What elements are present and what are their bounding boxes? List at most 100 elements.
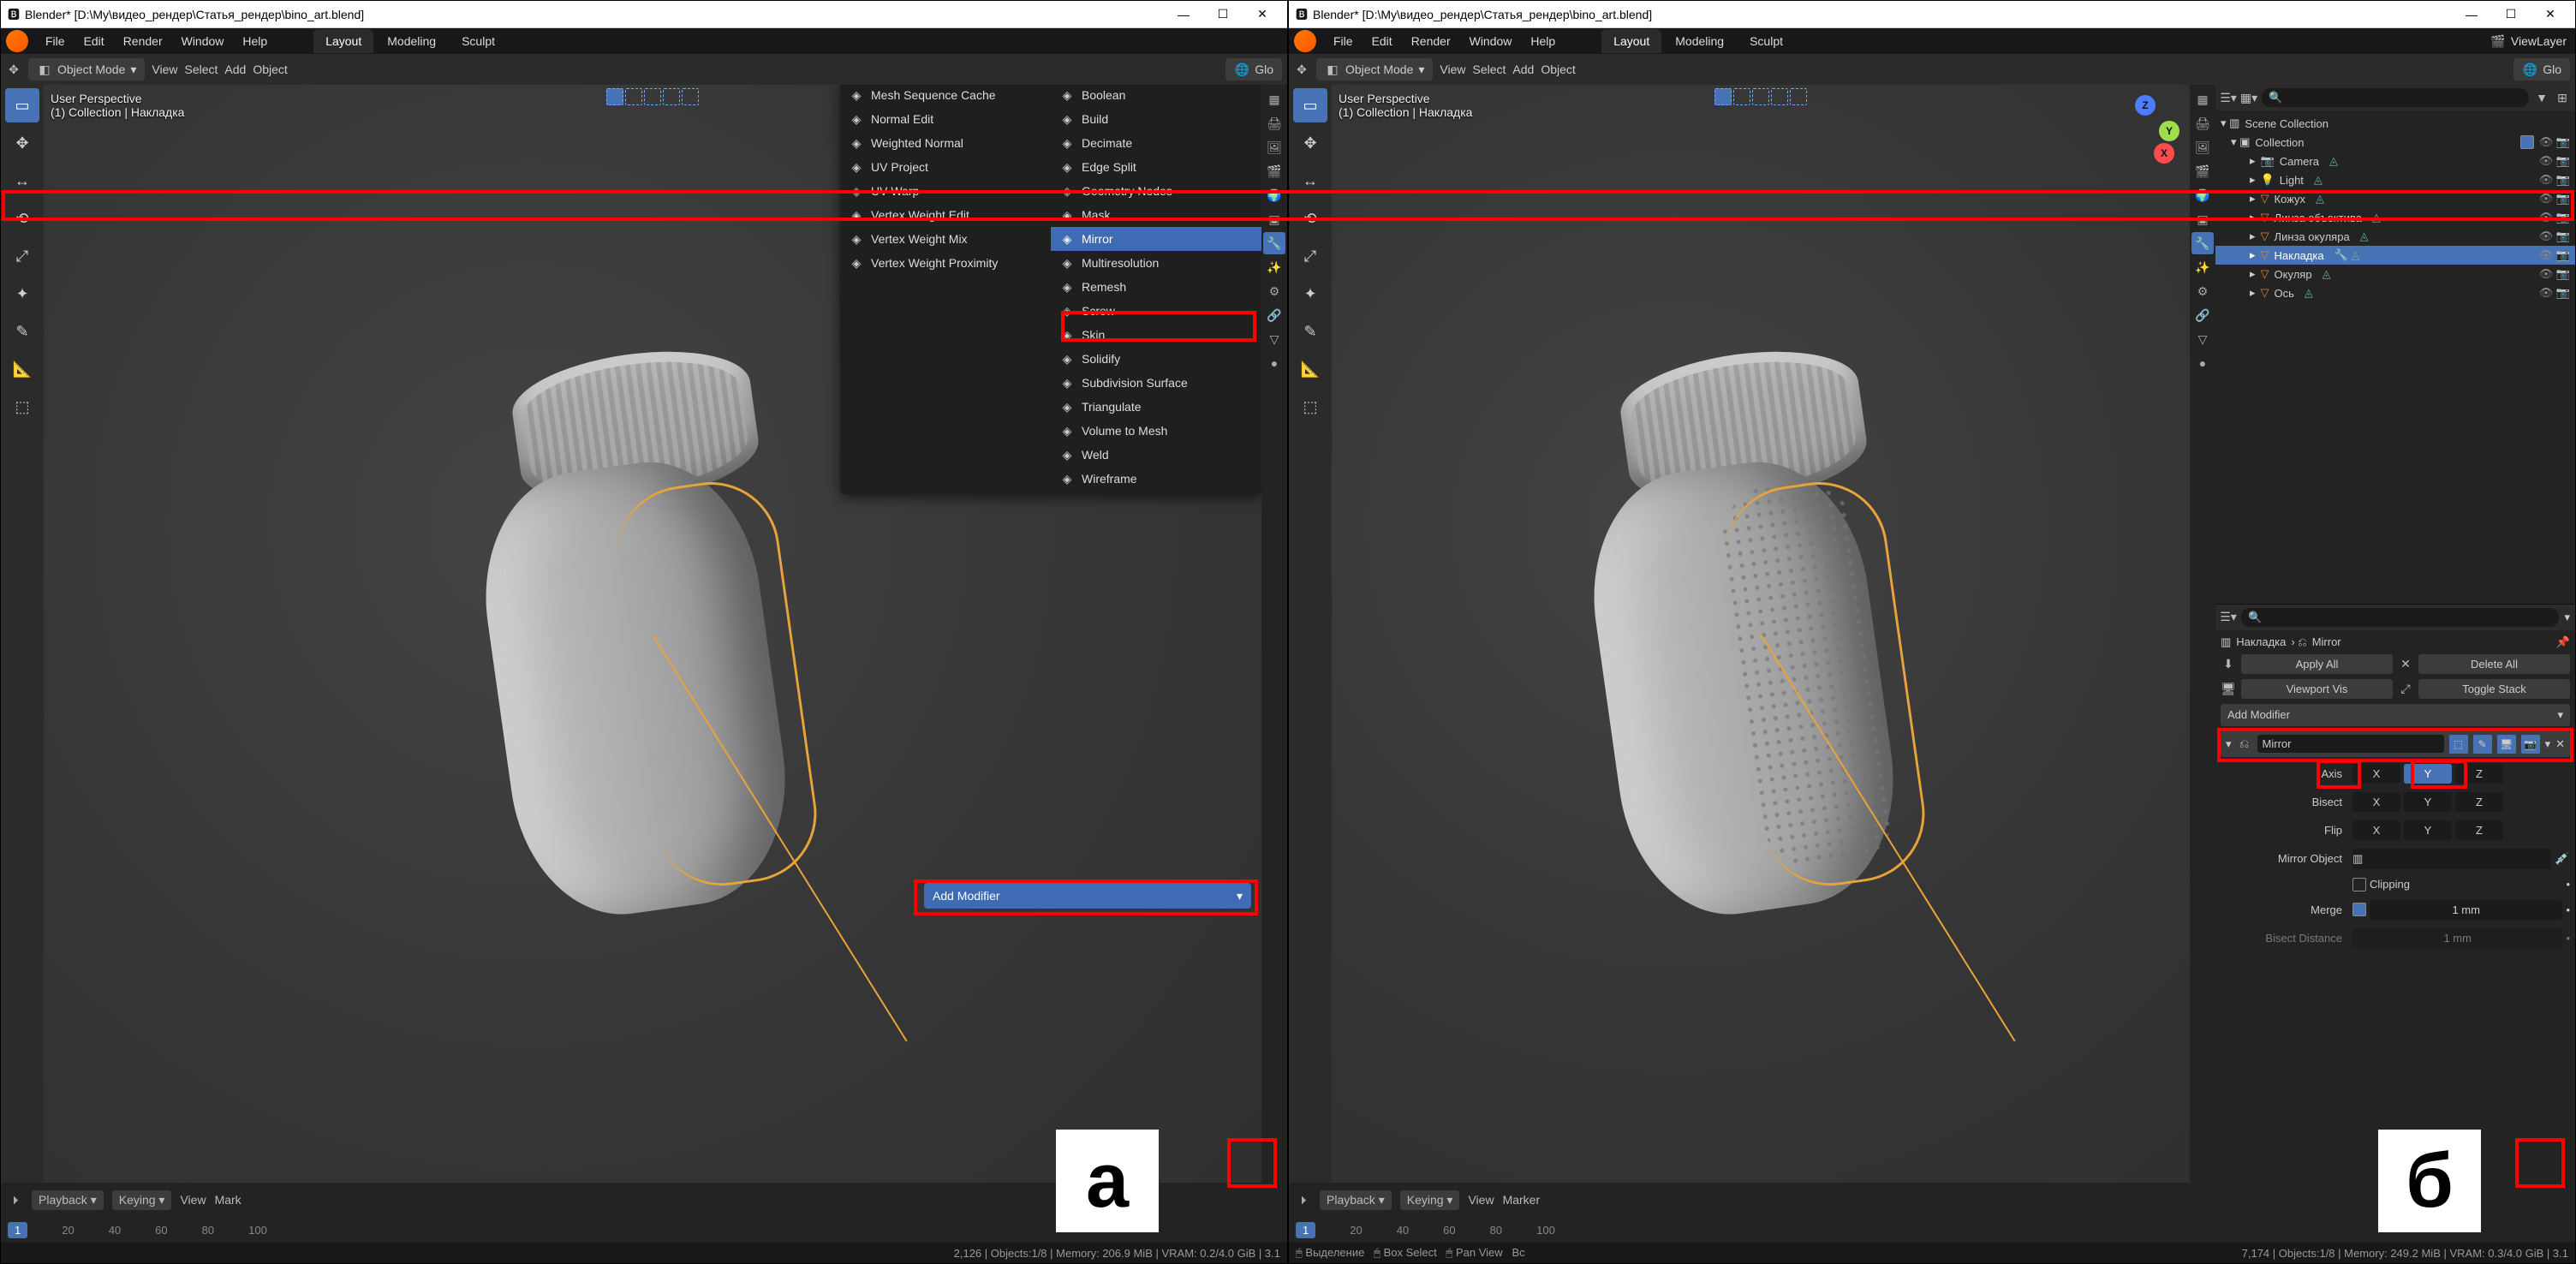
merge-checkbox[interactable] <box>2352 903 2366 916</box>
tool-measure[interactable]: 📐 <box>1293 352 1327 386</box>
prop-scene-icon[interactable]: 🎬 <box>1263 160 1285 182</box>
modifier-menu-item[interactable]: ◈Mesh Sequence Cache <box>840 85 1051 107</box>
menu-help[interactable]: Help <box>1522 31 1564 51</box>
tool-addcube[interactable]: ⬚ <box>5 390 39 424</box>
modifier-menu-item[interactable]: ◈Mirror <box>1051 227 1261 251</box>
display-mode-icon[interactable]: ▦▾ <box>2241 90 2257 105</box>
bisect-dist-value[interactable]: 1 mm <box>2352 928 2562 948</box>
prop-material-icon[interactable]: ● <box>2191 352 2214 374</box>
delete-all-button[interactable]: Delete All <box>2418 654 2570 674</box>
prop-particle-icon[interactable]: ✨ <box>2191 256 2214 278</box>
tool-cursor[interactable]: ✥ <box>1293 126 1327 160</box>
tab-layout[interactable]: Layout <box>1601 29 1661 53</box>
modifier-menu-item[interactable]: ◈Triangulate <box>1051 395 1261 419</box>
apply-all-button[interactable]: Apply All <box>2241 654 2393 674</box>
modifier-menu-item[interactable]: ◈UV Project <box>840 155 1051 179</box>
tool-addcube[interactable]: ⬚ <box>1293 390 1327 424</box>
tool-measure[interactable]: 📐 <box>5 352 39 386</box>
modifier-menu-item[interactable]: ◈Weighted Normal <box>840 131 1051 155</box>
prop-constraint-icon[interactable]: 🔗 <box>1263 304 1285 326</box>
minimize-button[interactable]: — <box>1164 2 1203 27</box>
menu-render[interactable]: Render <box>115 31 171 51</box>
prop-data-icon[interactable]: ▽ <box>2191 328 2214 350</box>
bisect-x[interactable]: X <box>2352 792 2400 812</box>
prop-data-icon[interactable]: ▽ <box>1263 328 1285 350</box>
eyedropper-icon[interactable]: 💉 <box>2555 851 2570 867</box>
modifier-menu-item[interactable]: ◈Edge Split <box>1051 155 1261 179</box>
prop-render-icon[interactable]: ▦ <box>2191 88 2214 110</box>
modifier-menu-item[interactable]: ◈Multiresolution <box>1051 251 1261 275</box>
modifier-menu-item[interactable]: ◈Remesh <box>1051 275 1261 299</box>
outliner-type-icon[interactable]: ☰▾ <box>2221 90 2236 105</box>
outliner-item[interactable]: ▸ ▽ Ось◬👁 📷 <box>2215 283 2575 302</box>
tool-annotate[interactable]: ✎ <box>5 314 39 349</box>
frame-current[interactable]: 1 <box>8 1222 27 1238</box>
new-collection-icon[interactable]: ⊞ <box>2555 90 2570 105</box>
viewport[interactable]: User Perspective (1) Collection | Наклад… <box>1332 85 2190 1183</box>
timeline-view[interactable]: View <box>1468 1193 1494 1207</box>
timeline-keying[interactable]: Keying ▾ <box>112 1190 172 1210</box>
prop-physics-icon[interactable]: ⚙ <box>2191 280 2214 302</box>
tool-transform[interactable]: ✦ <box>1293 277 1327 311</box>
menu-render[interactable]: Render <box>1403 31 1459 51</box>
hdr-object[interactable]: Object <box>253 63 287 76</box>
timeline-play-icon[interactable]: ⏵ <box>1296 1192 1311 1207</box>
timeline-playback[interactable]: Playback ▾ <box>32 1190 104 1210</box>
menu-edit[interactable]: Edit <box>75 31 113 51</box>
nav-gizmo[interactable]: Z Y X <box>2111 95 2179 164</box>
prop-constraint-icon[interactable]: 🔗 <box>2191 304 2214 326</box>
tab-layout[interactable]: Layout <box>313 29 373 53</box>
hdr-select[interactable]: Select <box>1473 63 1506 76</box>
timeline-marker[interactable]: Mark <box>215 1193 242 1207</box>
outliner-item[interactable]: ▸ ▽ Накладка🔧 ◬👁 📷 <box>2215 246 2575 265</box>
mode-select[interactable]: ◧Object Mode▾ <box>1316 58 1433 80</box>
collection-row[interactable]: ▾ ▣ Collection 👁 📷 <box>2215 133 2575 152</box>
tool-transform[interactable]: ✦ <box>5 277 39 311</box>
add-modifier-dropdown[interactable]: Add Modifier▾ <box>2221 704 2570 726</box>
prop-particle-icon[interactable]: ✨ <box>1263 256 1285 278</box>
props-type-icon[interactable]: ☰▾ <box>2221 610 2236 625</box>
menu-window[interactable]: Window <box>173 31 233 51</box>
prop-render-icon[interactable]: ▦ <box>1263 88 1285 110</box>
tool-annotate[interactable]: ✎ <box>1293 314 1327 349</box>
sel-icon[interactable] <box>663 88 680 105</box>
modifier-menu-item[interactable]: ◈Vertex Weight Proximity <box>840 251 1051 275</box>
maximize-button[interactable]: ☐ <box>2491 2 2531 27</box>
outliner-item[interactable]: ▸ 📷 Camera◬👁 📷 <box>2215 152 2575 170</box>
timeline-play-icon[interactable]: ⏵ <box>8 1192 23 1207</box>
close-button[interactable]: ✕ <box>2531 2 2570 27</box>
sel-icon[interactable] <box>1752 88 1769 105</box>
pin-icon[interactable]: 📌 <box>2556 635 2570 649</box>
maximize-button[interactable]: ☐ <box>1203 2 1243 27</box>
hdr-add[interactable]: Add <box>1512 63 1534 76</box>
modifier-menu-item[interactable]: ◈Subdivision Surface <box>1051 371 1261 395</box>
tab-sculpt[interactable]: Sculpt <box>1738 29 1795 53</box>
timeline-marker[interactable]: Marker <box>1503 1193 1541 1207</box>
frame-current[interactable]: 1 <box>1296 1222 1315 1238</box>
merge-value[interactable]: 1 mm <box>2370 900 2562 920</box>
bisect-y[interactable]: Y <box>2404 792 2452 812</box>
bisect-z[interactable]: Z <box>2455 792 2503 812</box>
tool-scale[interactable]: ⤢ <box>5 239 39 273</box>
tool-select[interactable]: ▭ <box>1293 88 1327 122</box>
modifier-menu-item[interactable]: ◈Decimate <box>1051 131 1261 155</box>
scene-icon[interactable]: 🎬 <box>2490 33 2506 49</box>
hdr-add[interactable]: Add <box>224 63 246 76</box>
outliner-item[interactable]: ▸ ▽ Линза окуляра◬👁 📷 <box>2215 227 2575 246</box>
flip-y[interactable]: Y <box>2404 820 2452 840</box>
orientation-select[interactable]: 🌐Glo <box>1225 58 1282 80</box>
prop-modifier-icon[interactable]: 🔧 <box>1263 232 1285 254</box>
prop-view-icon[interactable]: 🖼 <box>1263 136 1285 158</box>
menu-help[interactable]: Help <box>234 31 276 51</box>
tab-sculpt[interactable]: Sculpt <box>450 29 507 53</box>
filter-icon[interactable]: ▼ <box>2534 90 2549 105</box>
modifier-menu-item[interactable]: ◈Volume to Mesh <box>1051 419 1261 443</box>
mode-select[interactable]: ◧Object Mode▾ <box>28 58 145 80</box>
hdr-view[interactable]: View <box>1440 63 1465 76</box>
modifier-menu-item[interactable]: ◈Normal Edit <box>840 107 1051 131</box>
outliner-item[interactable]: ▸ 💡 Light◬👁 📷 <box>2215 170 2575 189</box>
prop-output-icon[interactable]: 🖨 <box>2191 112 2214 134</box>
sel-icon[interactable] <box>644 88 661 105</box>
modifier-menu-item[interactable]: ◈Build <box>1051 107 1261 131</box>
tab-modeling[interactable]: Modeling <box>375 29 448 53</box>
